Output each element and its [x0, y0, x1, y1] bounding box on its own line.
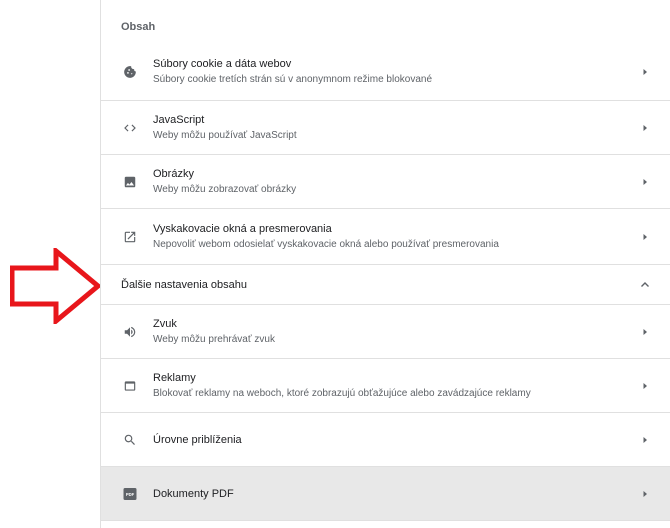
more-content-settings-expander[interactable]: Ďalšie nastavenia obsahu [101, 264, 670, 304]
row-title: Úrovne priblíženia [153, 433, 242, 446]
ads-window-icon [120, 376, 140, 396]
row-title: Súbory cookie a dáta webov [153, 58, 292, 70]
row-popups[interactable]: Vyskakovacie okná a presmerovania Nepovo… [101, 208, 670, 264]
chevron-right-icon [635, 233, 655, 241]
image-icon [120, 172, 140, 192]
chevron-right-icon [635, 490, 655, 498]
cookie-icon [120, 62, 140, 82]
svg-text:PDF: PDF [126, 492, 135, 497]
settings-page: Obsah Súbory cookie a dáta webov Súbory … [0, 0, 670, 528]
section-title: Obsah [121, 21, 156, 33]
chevron-right-icon [635, 178, 655, 186]
row-title: Dokumenty PDF [153, 487, 234, 500]
divider [101, 520, 670, 521]
row-title: Reklamy [153, 371, 196, 384]
row-subtitle: Nepovoliť webom odosielať vyskakovacie o… [153, 238, 499, 250]
open-in-new-icon [120, 227, 140, 247]
row-sound[interactable]: Zvuk Weby môžu prehrávať zvuk [101, 304, 670, 358]
red-arrow-icon [9, 245, 102, 327]
content-settings-card: Obsah Súbory cookie a dáta webov Súbory … [100, 0, 670, 528]
chevron-right-icon [635, 68, 655, 76]
chevron-right-icon [635, 328, 655, 336]
row-title: JavaScript [153, 113, 205, 126]
row-ads[interactable]: Reklamy Blokovať reklamy na weboch, ktor… [101, 358, 670, 412]
row-title: Zvuk [153, 317, 177, 330]
row-zoom-levels[interactable]: Úrovne priblíženia [101, 412, 670, 466]
chevron-right-icon [635, 436, 655, 444]
row-images[interactable]: Obrázky Weby môžu zobrazovať obrázky [101, 154, 670, 208]
row-title: Obrázky [153, 167, 194, 180]
row-title: Vyskakovacie okná a presmerovania [153, 222, 332, 235]
expander-label: Ďalšie nastavenia obsahu [121, 278, 247, 291]
chevron-up-icon [635, 280, 655, 290]
chevron-right-icon [635, 124, 655, 132]
row-subtitle: Súbory cookie tretích strán sú v anonymn… [153, 74, 433, 85]
row-subtitle: Weby môžu zobrazovať obrázky [153, 183, 297, 195]
row-subtitle: Weby môžu používať JavaScript [153, 129, 297, 141]
speaker-icon [120, 322, 140, 342]
row-javascript[interactable]: JavaScript Weby môžu používať JavaScript [101, 100, 670, 154]
chevron-right-icon [635, 382, 655, 390]
pdf-icon: PDF [120, 484, 140, 504]
row-subtitle: Weby môžu prehrávať zvuk [153, 333, 275, 345]
row-cookies[interactable]: Súbory cookie a dáta webov Súbory cookie… [101, 44, 670, 100]
search-icon [120, 430, 140, 450]
row-pdf-documents[interactable]: PDF Dokumenty PDF [101, 466, 670, 520]
code-brackets-icon [120, 118, 140, 138]
row-subtitle: Blokovať reklamy na weboch, ktoré zobraz… [153, 387, 531, 399]
annotation-arrow [9, 245, 102, 329]
